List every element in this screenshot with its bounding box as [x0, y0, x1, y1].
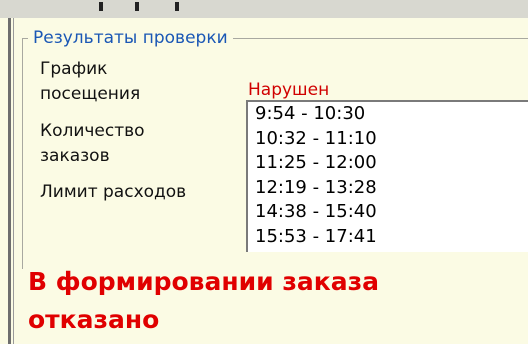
- schedule-label-line1: График: [40, 59, 108, 79]
- orders-label-line1: Количество: [40, 121, 145, 141]
- window-left-border-inner: [13, 18, 14, 344]
- list-item[interactable]: 14:38 - 15:40: [248, 200, 528, 225]
- schedule-label-line2: посещения: [40, 84, 141, 104]
- list-item[interactable]: 11:25 - 12:00: [248, 151, 528, 176]
- visits-listbox[interactable]: 9:54 - 10:30 10:32 - 11:10 11:25 - 12:00…: [246, 100, 528, 252]
- list-item[interactable]: 12:19 - 13:28: [248, 176, 528, 201]
- order-refused-message: В формировании заказа отказано: [28, 263, 508, 339]
- schedule-status: Нарушен: [248, 80, 330, 100]
- list-item[interactable]: 9:54 - 10:30: [248, 102, 528, 127]
- strip-tick: [135, 2, 139, 11]
- top-panel-strip: [0, 0, 528, 18]
- message-line2: отказано: [28, 305, 160, 334]
- list-item[interactable]: 10:32 - 11:10: [248, 127, 528, 152]
- limit-label: Лимит расходов: [40, 182, 187, 202]
- strip-tick: [175, 2, 179, 11]
- message-line1: В формировании заказа: [28, 267, 379, 296]
- check-results-title: Результаты проверки: [28, 28, 233, 48]
- window-left-border: [8, 18, 11, 344]
- strip-tick: [99, 2, 103, 11]
- orders-label-line2: заказов: [40, 146, 110, 166]
- list-item[interactable]: 15:53 - 17:41: [248, 225, 528, 250]
